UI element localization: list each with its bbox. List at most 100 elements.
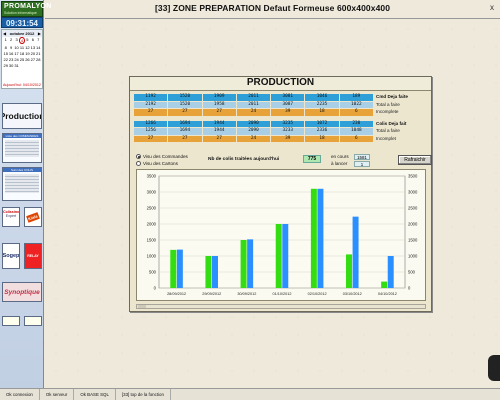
refresh-button[interactable]: Rafraichir <box>398 155 432 165</box>
bar-green <box>346 254 352 288</box>
stats-cell: 27 <box>134 109 168 116</box>
stats-cell: 27 <box>134 135 168 142</box>
colis-traitees-label: Nb de colis traitées aujourd'hui <box>208 157 280 162</box>
stats-cell: 2090 <box>236 128 271 135</box>
bar-blue <box>352 216 359 288</box>
y-tick-label-right: 500 <box>408 270 416 275</box>
calendar-day[interactable]: 31 <box>14 63 19 68</box>
stats-cell: 24 <box>236 109 271 116</box>
stats-cell: 3233 <box>271 128 305 135</box>
suivi-colis-button[interactable]: Suivi des COLIS <box>2 167 42 201</box>
production-window: PRODUCTION 1192 1520 1909 2011 3081 1046 189 21… <box>129 76 432 312</box>
x-tick-label: 02/10/2012 <box>308 292 327 296</box>
y-tick-label-left: 500 <box>149 270 157 275</box>
y-tick-label-left: 1500 <box>147 238 157 243</box>
a-lancer-value: 1 <box>354 161 370 167</box>
status-serveur: Ok serveur <box>40 389 75 400</box>
stats-cell: 1072 <box>305 120 339 127</box>
suivi-colis-title: Suivi des COLIS <box>3 168 41 172</box>
stats-cell: 1520 <box>168 101 202 108</box>
calendar-day[interactable]: 28 <box>36 57 41 62</box>
x-tick-label: 28/09/2012 <box>167 292 186 296</box>
status-base-sql: Ok BASE SQL <box>74 389 116 400</box>
calendar-day[interactable]: 7 <box>36 37 41 44</box>
stats-row-label: Cmd Deja faite <box>376 94 408 99</box>
colissimo-button[interactable]: Colissimo Expert <box>2 207 20 227</box>
stats-cell: 1192 <box>134 94 168 101</box>
radio-visu-commandes[interactable]: Visu des Commandes <box>136 154 188 159</box>
stats-labels: Cmd Deja faite Total a faire Incomplete Col… <box>376 94 432 143</box>
liste-commandes-button[interactable]: Liste des COMMANDES <box>2 133 42 163</box>
calendar-day[interactable]: 21 <box>36 51 41 56</box>
calendar-today-label: Aujourd'hui: 04/10/2012 <box>3 83 41 87</box>
x-tick-label: 30/09/2012 <box>237 292 256 296</box>
colis-traitees-value: 775 <box>303 155 321 163</box>
calendar-day[interactable]: 14 <box>36 45 41 50</box>
calendar[interactable]: ◀ octobre 2012 ▶ 1 2 3 4 5 6 7 8 9 10 11 12 13 14 15 16… <box>1 29 43 89</box>
calendar-next-icon[interactable]: ▶ <box>38 31 41 36</box>
close-icon[interactable]: x <box>486 3 498 13</box>
kiala-button[interactable]: Kiala <box>24 207 42 227</box>
stats-cell: 2192 <box>134 101 168 108</box>
y-tick-label-left: 2500 <box>147 206 157 211</box>
stats-cell: 39 <box>271 135 305 142</box>
stats-cell: 2011 <box>236 101 271 108</box>
y-tick-label-right: 2000 <box>408 222 418 227</box>
stats-cell: 18 <box>305 109 339 116</box>
stats-cell: 39 <box>271 109 305 116</box>
radio-visu-cartons[interactable]: Visu des Cartons <box>136 161 178 166</box>
calendar-month: octobre 2012 <box>9 31 35 36</box>
status-fonction: [33] top de la fonction <box>116 389 171 400</box>
stats-row-label: Incomplete <box>376 109 399 114</box>
sogep-button[interactable]: Sogep <box>2 243 20 269</box>
stats-row: 2192 1520 1958 2011 3087 2235 1022 <box>134 101 374 108</box>
x-tick-label: 01/10/2012 <box>272 292 291 296</box>
synoptique-button[interactable]: Synoptique <box>2 282 42 302</box>
stats-cell: 1944 <box>202 128 236 135</box>
production-button[interactable]: Production <box>2 103 42 129</box>
stats-cell: 189 <box>339 94 373 101</box>
stats-row: 1256 1694 1944 2090 3233 2336 1048 <box>134 128 374 135</box>
y-tick-label-left: 1000 <box>147 254 157 259</box>
production-label: Production <box>2 111 41 121</box>
stats-cell: 27 <box>202 135 236 142</box>
stats-cell: 2090 <box>236 120 271 127</box>
promalyon-logo: PROMALYON Solution informatique <box>1 1 51 17</box>
chart-svg: 0 0 500 500 1000 1000 1500 1500 2000 2000 2500 2500… <box>147 174 418 297</box>
a-lancer-label: à lancer <box>331 161 348 166</box>
brand-subtitle: Solution informatique <box>4 11 37 15</box>
stats-cell: 2011 <box>236 94 271 101</box>
stats-cell: 1958 <box>202 101 236 108</box>
stats-cell: 27 <box>202 109 236 116</box>
y-tick-label-right: 1500 <box>408 238 418 243</box>
bar-green <box>275 224 282 288</box>
y-tick-label-right: 0 <box>408 286 411 291</box>
relay-button[interactable]: RELAY <box>24 243 42 269</box>
colissimo-expert-label: Expert <box>5 214 17 218</box>
y-tick-label-right: 2500 <box>408 206 418 211</box>
scrollbar-thumb[interactable] <box>138 305 146 308</box>
stats-row: 1192 1520 1909 2011 3081 1046 189 <box>134 94 374 101</box>
stats-table: 1192 1520 1909 2011 3081 1046 189 2192 1520 1958 2… <box>134 94 374 143</box>
stats-row: 1266 1694 1944 2090 3235 1072 230 <box>134 120 374 127</box>
stats-cell: 1694 <box>168 128 202 135</box>
mini-report-button-1[interactable] <box>2 316 20 326</box>
stats-cell: 2235 <box>305 101 339 108</box>
bar-blue <box>317 188 324 288</box>
stats-cell: 1944 <box>202 120 236 127</box>
liste-commandes-title: Liste des COMMANDES <box>3 134 41 138</box>
bar-green <box>170 249 177 288</box>
stats-cell: 2336 <box>305 128 339 135</box>
window-title: [33] ZONE PREPARATION Defaut Formeuse 60… <box>154 3 391 13</box>
bar-green <box>205 256 212 288</box>
radio-empty-icon <box>136 161 141 166</box>
calendar-header: ◀ octobre 2012 ▶ <box>2 30 42 37</box>
stats-cell: 3081 <box>271 94 305 101</box>
stats-row-label: Total a faire <box>376 101 400 107</box>
radio-commandes-label: Visu des Commandes <box>143 154 188 159</box>
bar-blue <box>176 249 183 288</box>
calendar-prev-icon[interactable]: ◀ <box>3 31 6 36</box>
mini-report-button-2[interactable] <box>24 316 42 326</box>
right-edge-tab <box>488 355 500 381</box>
chart-scrollbar[interactable] <box>136 304 426 309</box>
